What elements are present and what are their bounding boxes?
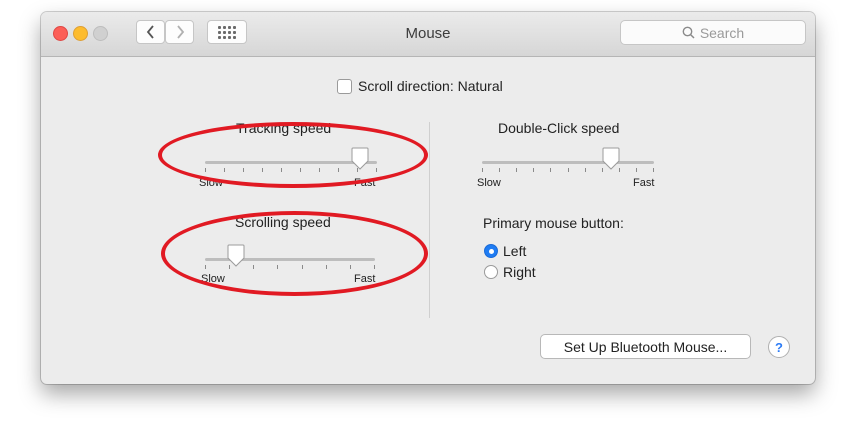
slider-tick <box>653 168 654 172</box>
help-button[interactable]: ? <box>768 336 790 358</box>
set-up-bluetooth-mouse-button[interactable]: Set Up Bluetooth Mouse... <box>540 334 751 359</box>
tracking-speed-highlight <box>158 122 428 188</box>
preferences-content: Scroll direction: Natural Tracking speed… <box>41 57 815 384</box>
slider-tick <box>499 168 501 172</box>
mouse-preferences-window: Mouse Search Scroll direction: Natural T… <box>41 12 815 384</box>
titlebar: Mouse Search <box>41 12 815 57</box>
double-click-slow-label: Slow <box>477 177 501 189</box>
search-icon <box>682 26 695 39</box>
search-field[interactable]: Search <box>620 20 806 45</box>
slider-tick <box>516 168 518 172</box>
radio-right-label: Right <box>503 264 536 280</box>
double-click-fast-label: Fast <box>633 177 655 189</box>
scroll-direction-checkbox[interactable]: Scroll direction: Natural <box>337 78 503 94</box>
search-placeholder: Search <box>699 24 745 41</box>
slider-tick <box>482 168 483 172</box>
checkbox-box[interactable] <box>337 78 352 94</box>
radio-right-button[interactable] <box>484 265 498 279</box>
radio-right[interactable]: Right <box>484 264 536 280</box>
radio-left-button[interactable] <box>484 244 498 258</box>
primary-mouse-button-label: Primary mouse button: <box>483 215 624 231</box>
scroll-direction-label: Scroll direction: Natural <box>358 78 503 94</box>
slider-tick <box>584 168 586 172</box>
slider-tick <box>533 168 535 172</box>
radio-left[interactable]: Left <box>484 243 526 259</box>
slider-tick <box>567 168 569 172</box>
slider-track[interactable] <box>482 161 654 164</box>
column-divider <box>429 122 430 318</box>
slider-tick <box>635 168 637 172</box>
slider-knob[interactable] <box>601 147 621 171</box>
double-click-speed-label: Double-Click speed <box>498 120 620 136</box>
radio-left-label: Left <box>503 243 527 259</box>
slider-tick <box>550 168 552 172</box>
scrolling-speed-highlight <box>161 211 428 296</box>
double-click-speed-slider[interactable] <box>482 147 654 172</box>
